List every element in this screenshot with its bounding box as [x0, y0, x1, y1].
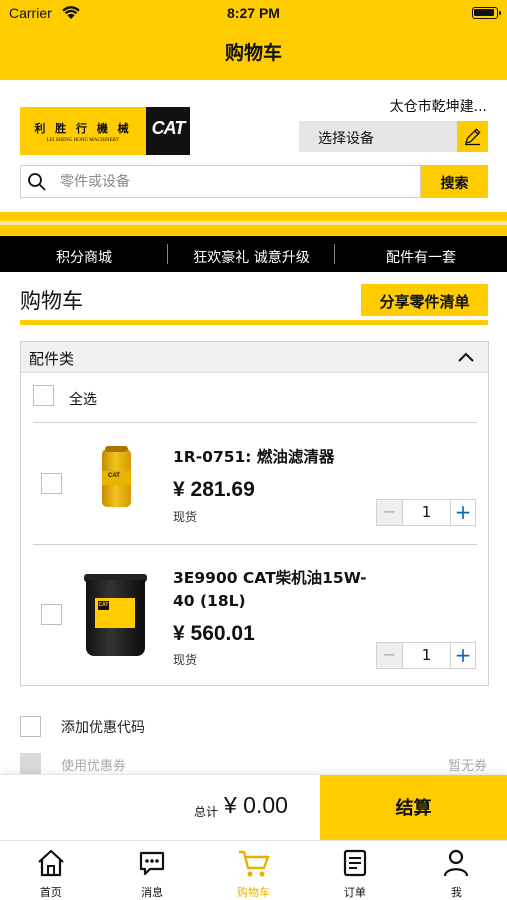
tab-bar: 首页 消息 购物车 订单 我	[0, 840, 507, 900]
select-all-label: 全选	[69, 392, 97, 408]
checkout-button[interactable]: 结算	[320, 775, 507, 841]
equipment-select[interactable]: 选择设备	[299, 121, 457, 152]
tab-label: 首页	[39, 886, 62, 899]
pencil-icon	[465, 128, 481, 146]
cart-icon	[238, 850, 269, 877]
search-box	[20, 165, 421, 198]
tab-orders[interactable]: 订单	[304, 841, 405, 900]
chevron-up-icon[interactable]	[457, 351, 475, 363]
item-checkbox[interactable]	[41, 604, 62, 625]
tab-label: 购物车	[237, 886, 271, 899]
cart-group: 配件类 全选 CAT 1R-0751: 燃油滤清器 ¥ 281.69 现货 − …	[20, 341, 489, 686]
decrease-button[interactable]: −	[377, 500, 403, 525]
checkout-bar: 总计 ¥ 0.00 结算	[0, 774, 507, 841]
tab-cart[interactable]: 购物车	[203, 841, 304, 900]
select-all-checkbox[interactable]	[33, 385, 54, 406]
cat-logo-text: CAT	[151, 118, 186, 138]
tab-label: 消息	[141, 886, 164, 899]
status-time: 8:27 PM	[227, 5, 280, 21]
group-title: 配件类	[29, 350, 75, 368]
oil-bucket-image[interactable]: CAT	[84, 574, 147, 656]
page-title: 购物车	[224, 42, 282, 64]
promo-parts-set[interactable]: 配件有一套	[335, 236, 507, 272]
quantity-value[interactable]: 1	[403, 500, 450, 525]
divider	[33, 544, 477, 545]
use-coupon-label: 使用优惠券	[61, 759, 127, 774]
promo-carnival[interactable]: 狂欢豪礼 诚意升级	[168, 236, 335, 272]
title-underline	[20, 320, 488, 325]
profile-icon	[444, 849, 469, 877]
item-price: ¥ 560.01	[173, 622, 255, 645]
increase-button[interactable]: +	[450, 643, 475, 668]
item-name[interactable]: 1R-0751: 燃油滤清器	[173, 446, 378, 469]
tab-profile[interactable]: 我	[406, 841, 507, 900]
tab-label: 订单	[343, 886, 366, 899]
item-name[interactable]: 3E9900 CAT柴机油15W-40 (18L)	[173, 567, 378, 613]
total-label: 总计	[194, 805, 219, 819]
divider	[33, 422, 477, 423]
promo-points-mall[interactable]: 积分商城	[0, 236, 168, 272]
share-parts-list-button[interactable]: 分享零件清单	[361, 284, 488, 316]
yellow-stripe	[0, 212, 507, 236]
decrease-button[interactable]: −	[377, 643, 403, 668]
item-stock: 现货	[173, 653, 198, 667]
group-header[interactable]: 配件类	[21, 342, 488, 373]
cat-logo: CAT	[146, 107, 190, 155]
edit-equipment-button[interactable]	[457, 121, 488, 152]
dealer-logo[interactable]: 利 胜 行 機 械 LEI SHENG HONG MACHINERY CAT	[20, 107, 190, 155]
search-button[interactable]: 搜索	[421, 165, 488, 198]
increase-button[interactable]: +	[450, 500, 475, 525]
logo-en-text: LEI SHENG HONG MACHINERY	[46, 138, 120, 143]
item-price: ¥ 281.69	[173, 478, 255, 501]
quantity-stepper: − 1 +	[376, 642, 476, 669]
quantity-stepper: − 1 +	[376, 499, 476, 526]
tab-messages[interactable]: 消息	[101, 841, 202, 900]
cart-title: 购物车	[20, 289, 83, 313]
tab-home[interactable]: 首页	[0, 841, 101, 900]
battery-icon	[472, 7, 501, 19]
orders-icon	[343, 849, 367, 877]
top-bar: Carrier 8:27 PM 购物车	[0, 0, 507, 80]
dealer-name[interactable]: 太仓市乾坤建...	[390, 96, 487, 116]
search-input[interactable]	[60, 171, 410, 193]
total-value: ¥ 0.00	[224, 792, 288, 818]
promo-code-checkbox[interactable]	[20, 716, 41, 737]
status-bar: Carrier 8:27 PM	[0, 0, 507, 28]
promo-code-label[interactable]: 添加优惠代码	[61, 717, 145, 737]
search-icon	[28, 173, 46, 191]
no-coupon-label: 暂无券	[447, 759, 487, 774]
item-checkbox[interactable]	[41, 473, 62, 494]
quantity-value[interactable]: 1	[403, 643, 450, 668]
item-stock: 现货	[173, 510, 198, 524]
logo-cn-text: 利 胜 行 機 械	[34, 122, 132, 135]
coupon-checkbox[interactable]	[20, 753, 41, 774]
home-icon	[37, 849, 64, 877]
tab-label: 我	[450, 886, 462, 899]
promo-bar: 积分商城 狂欢豪礼 诚意升级 配件有一套	[0, 236, 507, 272]
message-icon	[140, 851, 165, 876]
fuel-filter-image[interactable]: CAT	[102, 446, 131, 507]
